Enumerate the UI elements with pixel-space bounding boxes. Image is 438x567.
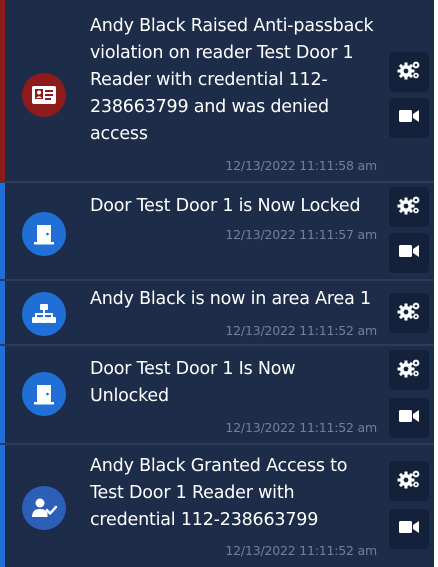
video-camera-icon	[398, 519, 420, 539]
severity-bar	[0, 281, 5, 344]
gears-icon	[397, 60, 421, 84]
camera-button[interactable]	[389, 233, 429, 273]
event-feed: Andy Black Raised Anti-passback violatio…	[0, 0, 438, 567]
camera-button[interactable]	[389, 509, 429, 549]
event-item-door-unlocked[interactable]: Door Test Door 1 Is Now Unlocked 12/13/2…	[0, 346, 434, 445]
video-camera-icon	[398, 408, 420, 428]
gears-icon	[397, 469, 421, 493]
camera-button[interactable]	[389, 98, 429, 138]
event-message: Andy Black Granted Access to Test Door 1…	[90, 456, 348, 530]
door-icon	[22, 372, 66, 416]
camera-button[interactable]	[389, 398, 429, 438]
user-check-icon	[22, 486, 66, 530]
event-item-access-granted[interactable]: Andy Black Granted Access to Test Door 1…	[0, 445, 434, 567]
event-message: Andy Black is now in area Area 1	[90, 289, 371, 309]
event-timestamp: 12/13/2022 11:11:52 am	[225, 323, 377, 338]
event-item-area-change[interactable]: Andy Black is now in area Area 1 12/13/2…	[0, 281, 434, 346]
settings-button[interactable]	[389, 293, 429, 333]
event-item-anti-passback[interactable]: Andy Black Raised Anti-passback violatio…	[0, 0, 434, 183]
door-icon	[22, 212, 66, 256]
id-card-icon	[22, 73, 66, 117]
event-message: Andy Black Raised Anti-passback violatio…	[90, 16, 374, 144]
settings-button[interactable]	[389, 187, 429, 227]
severity-bar	[0, 183, 5, 279]
severity-bar	[0, 346, 5, 443]
event-timestamp: 12/13/2022 11:11:58 am	[225, 158, 377, 173]
settings-button[interactable]	[389, 52, 429, 92]
gears-icon	[397, 195, 421, 219]
video-camera-icon	[398, 108, 420, 128]
settings-button[interactable]	[389, 350, 429, 390]
video-camera-icon	[398, 243, 420, 263]
network-area-icon	[22, 292, 66, 336]
gears-icon	[397, 301, 421, 325]
severity-bar	[0, 0, 5, 181]
event-timestamp: 12/13/2022 11:11:52 am	[225, 420, 377, 435]
event-timestamp: 12/13/2022 11:11:52 am	[225, 543, 377, 558]
settings-button[interactable]	[389, 461, 429, 501]
event-message: Door Test Door 1 Is Now Unlocked	[90, 359, 296, 406]
panel-edge	[434, 0, 438, 567]
event-message: Door Test Door 1 is Now Locked	[90, 196, 361, 216]
severity-bar	[0, 445, 5, 567]
gears-icon	[397, 358, 421, 382]
event-timestamp: 12/13/2022 11:11:57 am	[225, 227, 377, 242]
event-item-door-locked[interactable]: Door Test Door 1 is Now Locked 12/13/202…	[0, 183, 434, 281]
